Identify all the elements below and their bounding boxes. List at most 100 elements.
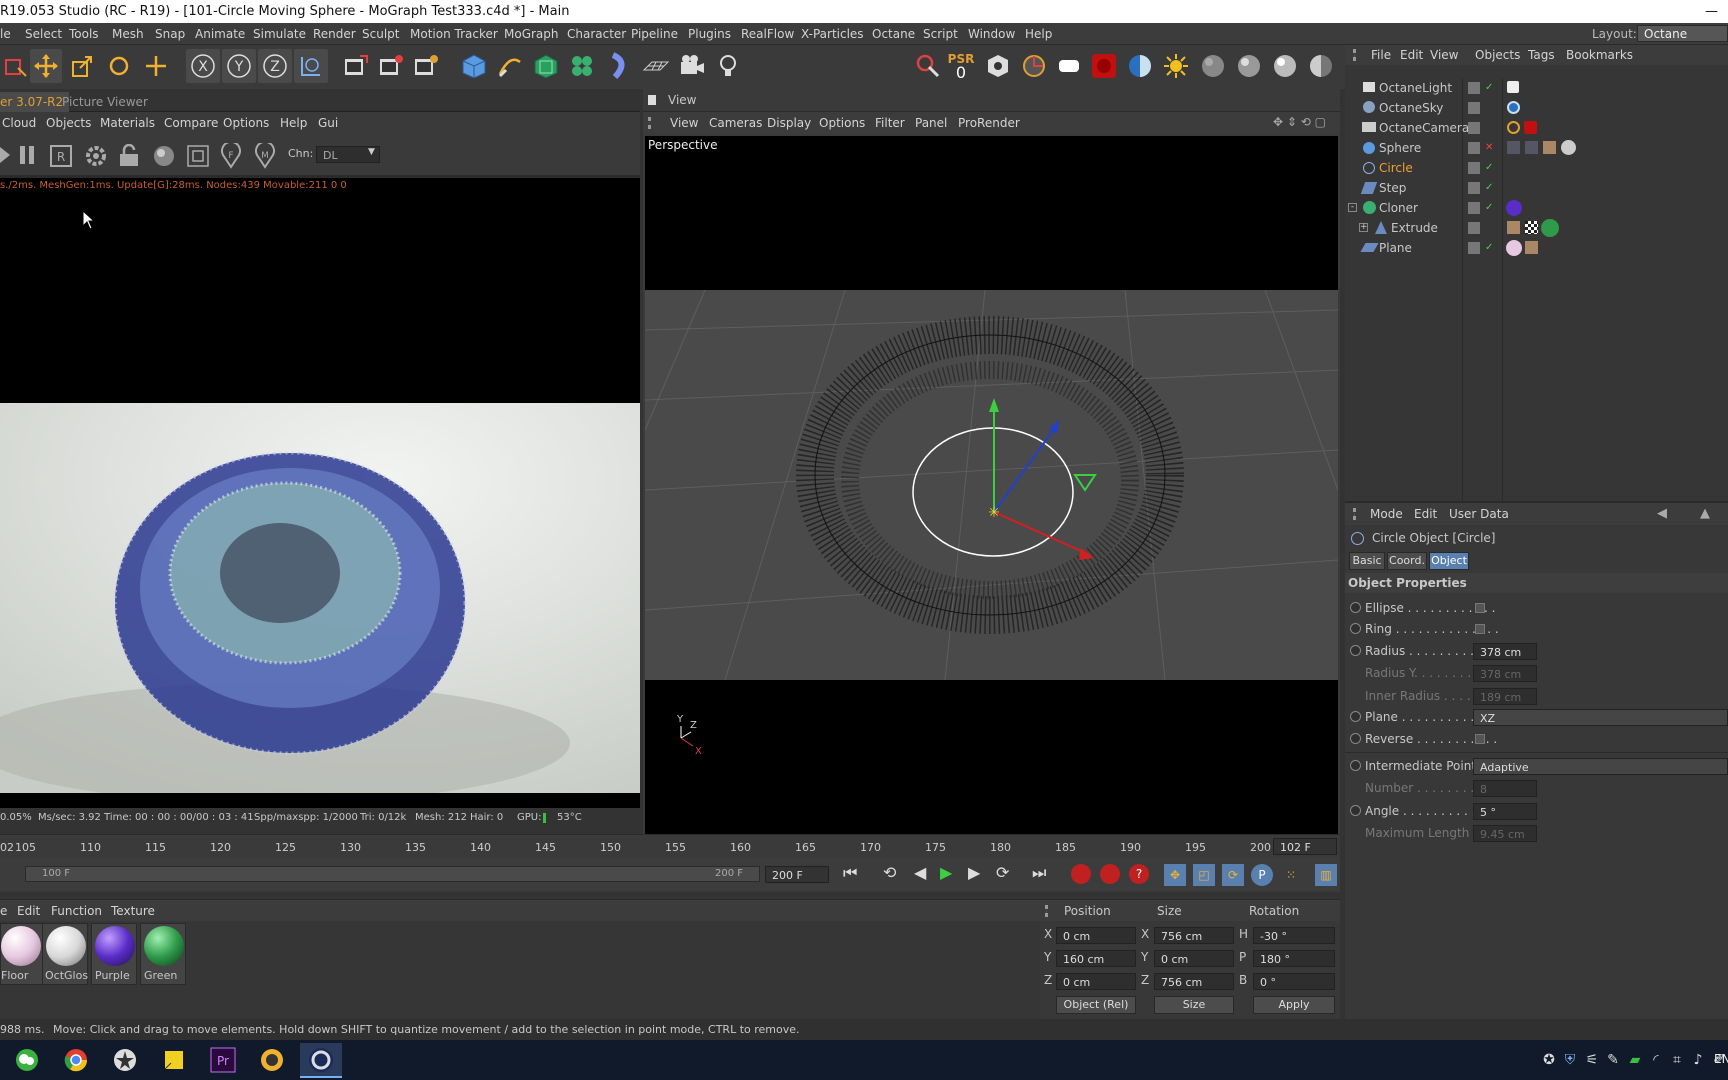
reverse-checkbox[interactable] [1475, 734, 1485, 744]
key-pla-icon[interactable]: ⁙ [1280, 864, 1302, 886]
vp-menu-display[interactable]: Display [767, 112, 811, 134]
light-icon[interactable] [712, 49, 744, 83]
region-render-icon[interactable] [186, 144, 210, 168]
menu-render[interactable]: Render [313, 23, 356, 45]
material-floor[interactable]: Floor [0, 923, 46, 985]
previous-frame-icon[interactable]: ◀ [914, 863, 926, 882]
pause-icon[interactable] [18, 145, 38, 165]
render-output-area[interactable]: s./2ms. MeshGen:1ms. Update[G]:28ms. Nod… [0, 178, 640, 809]
pv-menu-compare[interactable]: Compare [164, 112, 218, 134]
tab-basic[interactable]: Basic [1349, 552, 1385, 570]
cube-icon[interactable] [458, 49, 490, 83]
timeline-window-icon[interactable]: ▥ [1315, 864, 1337, 886]
rotate-icon[interactable] [103, 49, 135, 83]
menu-mesh[interactable]: Mesh [112, 23, 144, 45]
object-row-octanesky[interactable]: OctaneSky [1345, 98, 1728, 118]
vp-menu-options[interactable]: Options [819, 112, 865, 134]
object-row-sphere[interactable]: Sphere ✕ [1345, 138, 1728, 158]
end-frame-field[interactable]: 200 F [765, 866, 829, 883]
record-active-objects-icon[interactable] [1071, 864, 1091, 884]
sticky-notes-icon[interactable] [159, 1045, 189, 1075]
floor-icon[interactable] [640, 49, 672, 83]
om-menu-objects[interactable]: Objects [1475, 45, 1520, 65]
viewport-nav-icons[interactable]: ✥ ⇕ ⟲ ▢ [1273, 115, 1326, 129]
glossy-material-icon[interactable] [1233, 49, 1265, 83]
check-icon[interactable]: ✓ [1485, 158, 1493, 178]
menu-tools[interactable]: Tools [69, 23, 99, 45]
angle-field[interactable]: 5 ° [1473, 803, 1537, 820]
om-menu-tags[interactable]: Tags [1528, 45, 1555, 65]
send-icon[interactable] [0, 145, 12, 165]
pen-spline-icon[interactable] [494, 49, 526, 83]
next-frame-icon[interactable]: ▶ [968, 863, 980, 882]
material-tag-icon[interactable] [1561, 140, 1576, 155]
menu-select[interactable]: Select [25, 23, 62, 45]
keyframe-selection-icon[interactable]: ? [1129, 864, 1149, 884]
pv-menu-gui[interactable]: Gui [318, 112, 338, 134]
menu-realflow[interactable]: RealFlow [741, 23, 794, 45]
coordinate-system-icon[interactable] [294, 49, 328, 83]
x-axis-lock-button[interactable]: X [186, 49, 220, 83]
menu-mograph[interactable]: MoGraph [504, 23, 559, 45]
menu-character[interactable]: Character [567, 23, 626, 45]
rot-p-field[interactable]: 180 ° [1253, 950, 1335, 967]
focus-picker-icon[interactable]: F [220, 143, 242, 169]
menu-plugins[interactable]: Plugins [688, 23, 731, 45]
am-menu-user-data[interactable]: User Data [1449, 503, 1509, 525]
rot-h-field[interactable]: -30 ° [1253, 927, 1335, 944]
om-menu-view[interactable]: View [1430, 45, 1458, 65]
edit-icon[interactable] [1468, 82, 1480, 94]
octane-daylight-icon[interactable] [1160, 49, 1192, 83]
material-octglos[interactable]: OctGlos [42, 923, 88, 985]
am-menu-mode[interactable]: Mode [1370, 503, 1403, 525]
chrome-icon[interactable] [61, 1045, 91, 1075]
material-purple[interactable]: Purple [91, 923, 137, 985]
edit-icon[interactable] [1468, 182, 1480, 194]
mat-menu-function[interactable]: Function [51, 900, 102, 922]
object-row-step[interactable]: Step ✓ [1345, 178, 1728, 198]
channel-dropdown-arrow[interactable]: ▼ [368, 147, 375, 157]
recent-tool-icon[interactable] [140, 49, 172, 83]
psr-button[interactable]: PSR 0 [945, 49, 977, 83]
vp-menu-view[interactable]: View [670, 112, 698, 134]
animate-radio[interactable] [1350, 711, 1361, 722]
menu-simulate[interactable]: Simulate [253, 23, 306, 45]
menu-script[interactable]: Script [923, 23, 958, 45]
expand-icon[interactable]: + [1359, 223, 1368, 232]
om-menu-file[interactable]: File [1371, 45, 1391, 65]
object-row-octanelight[interactable]: OctaneLight ✓ [1345, 78, 1728, 98]
octane-area-light-icon[interactable] [1053, 49, 1085, 83]
render-to-picture-viewer-icon[interactable] [375, 49, 407, 83]
material-green[interactable]: Green [140, 923, 186, 985]
coordinate-mode-dropdown[interactable]: Object (Rel) [1056, 996, 1136, 1014]
material-picker-icon[interactable]: M [254, 143, 276, 169]
octane-sky-icon[interactable] [1124, 49, 1156, 83]
pos-y-field[interactable]: 160 cm [1056, 950, 1136, 967]
animate-radio[interactable] [1350, 733, 1361, 744]
vp-menu-cameras[interactable]: Cameras [709, 112, 762, 134]
scale-icon[interactable] [66, 49, 98, 83]
object-row-cloner[interactable]: - Cloner ✓ [1345, 198, 1728, 218]
octane-render-icon[interactable] [912, 49, 944, 83]
render-view-icon[interactable] [340, 49, 372, 83]
mix-material-icon[interactable] [1305, 49, 1337, 83]
autokeying-icon[interactable] [1100, 864, 1120, 884]
maximum-length-field[interactable]: 9.45 cm [1473, 825, 1537, 842]
plane-dropdown[interactable]: XZ [1473, 709, 1728, 726]
check-icon[interactable]: ✓ [1485, 178, 1493, 198]
edit-icon[interactable] [1468, 102, 1480, 114]
size-z-field[interactable]: 756 cm [1154, 973, 1234, 990]
pv-menu-cloud[interactable]: Cloud [2, 112, 36, 134]
edit-icon[interactable] [1468, 122, 1480, 134]
object-row-circle[interactable]: Circle ✓ [1345, 158, 1728, 178]
diffuse-material-icon[interactable] [1197, 49, 1229, 83]
settings-gear-icon[interactable] [84, 144, 108, 168]
edit-icon[interactable] [1468, 222, 1480, 234]
pv-menu-materials[interactable]: Materials [100, 112, 155, 134]
apply-button[interactable]: Apply [1253, 996, 1335, 1014]
app-star-icon[interactable] [110, 1045, 140, 1075]
restart-icon[interactable]: R [50, 145, 72, 167]
key-rotation-icon[interactable]: ⟳ [1222, 864, 1244, 886]
menu-help[interactable]: Help [1025, 23, 1052, 45]
subdivision-surface-icon[interactable] [530, 49, 562, 83]
